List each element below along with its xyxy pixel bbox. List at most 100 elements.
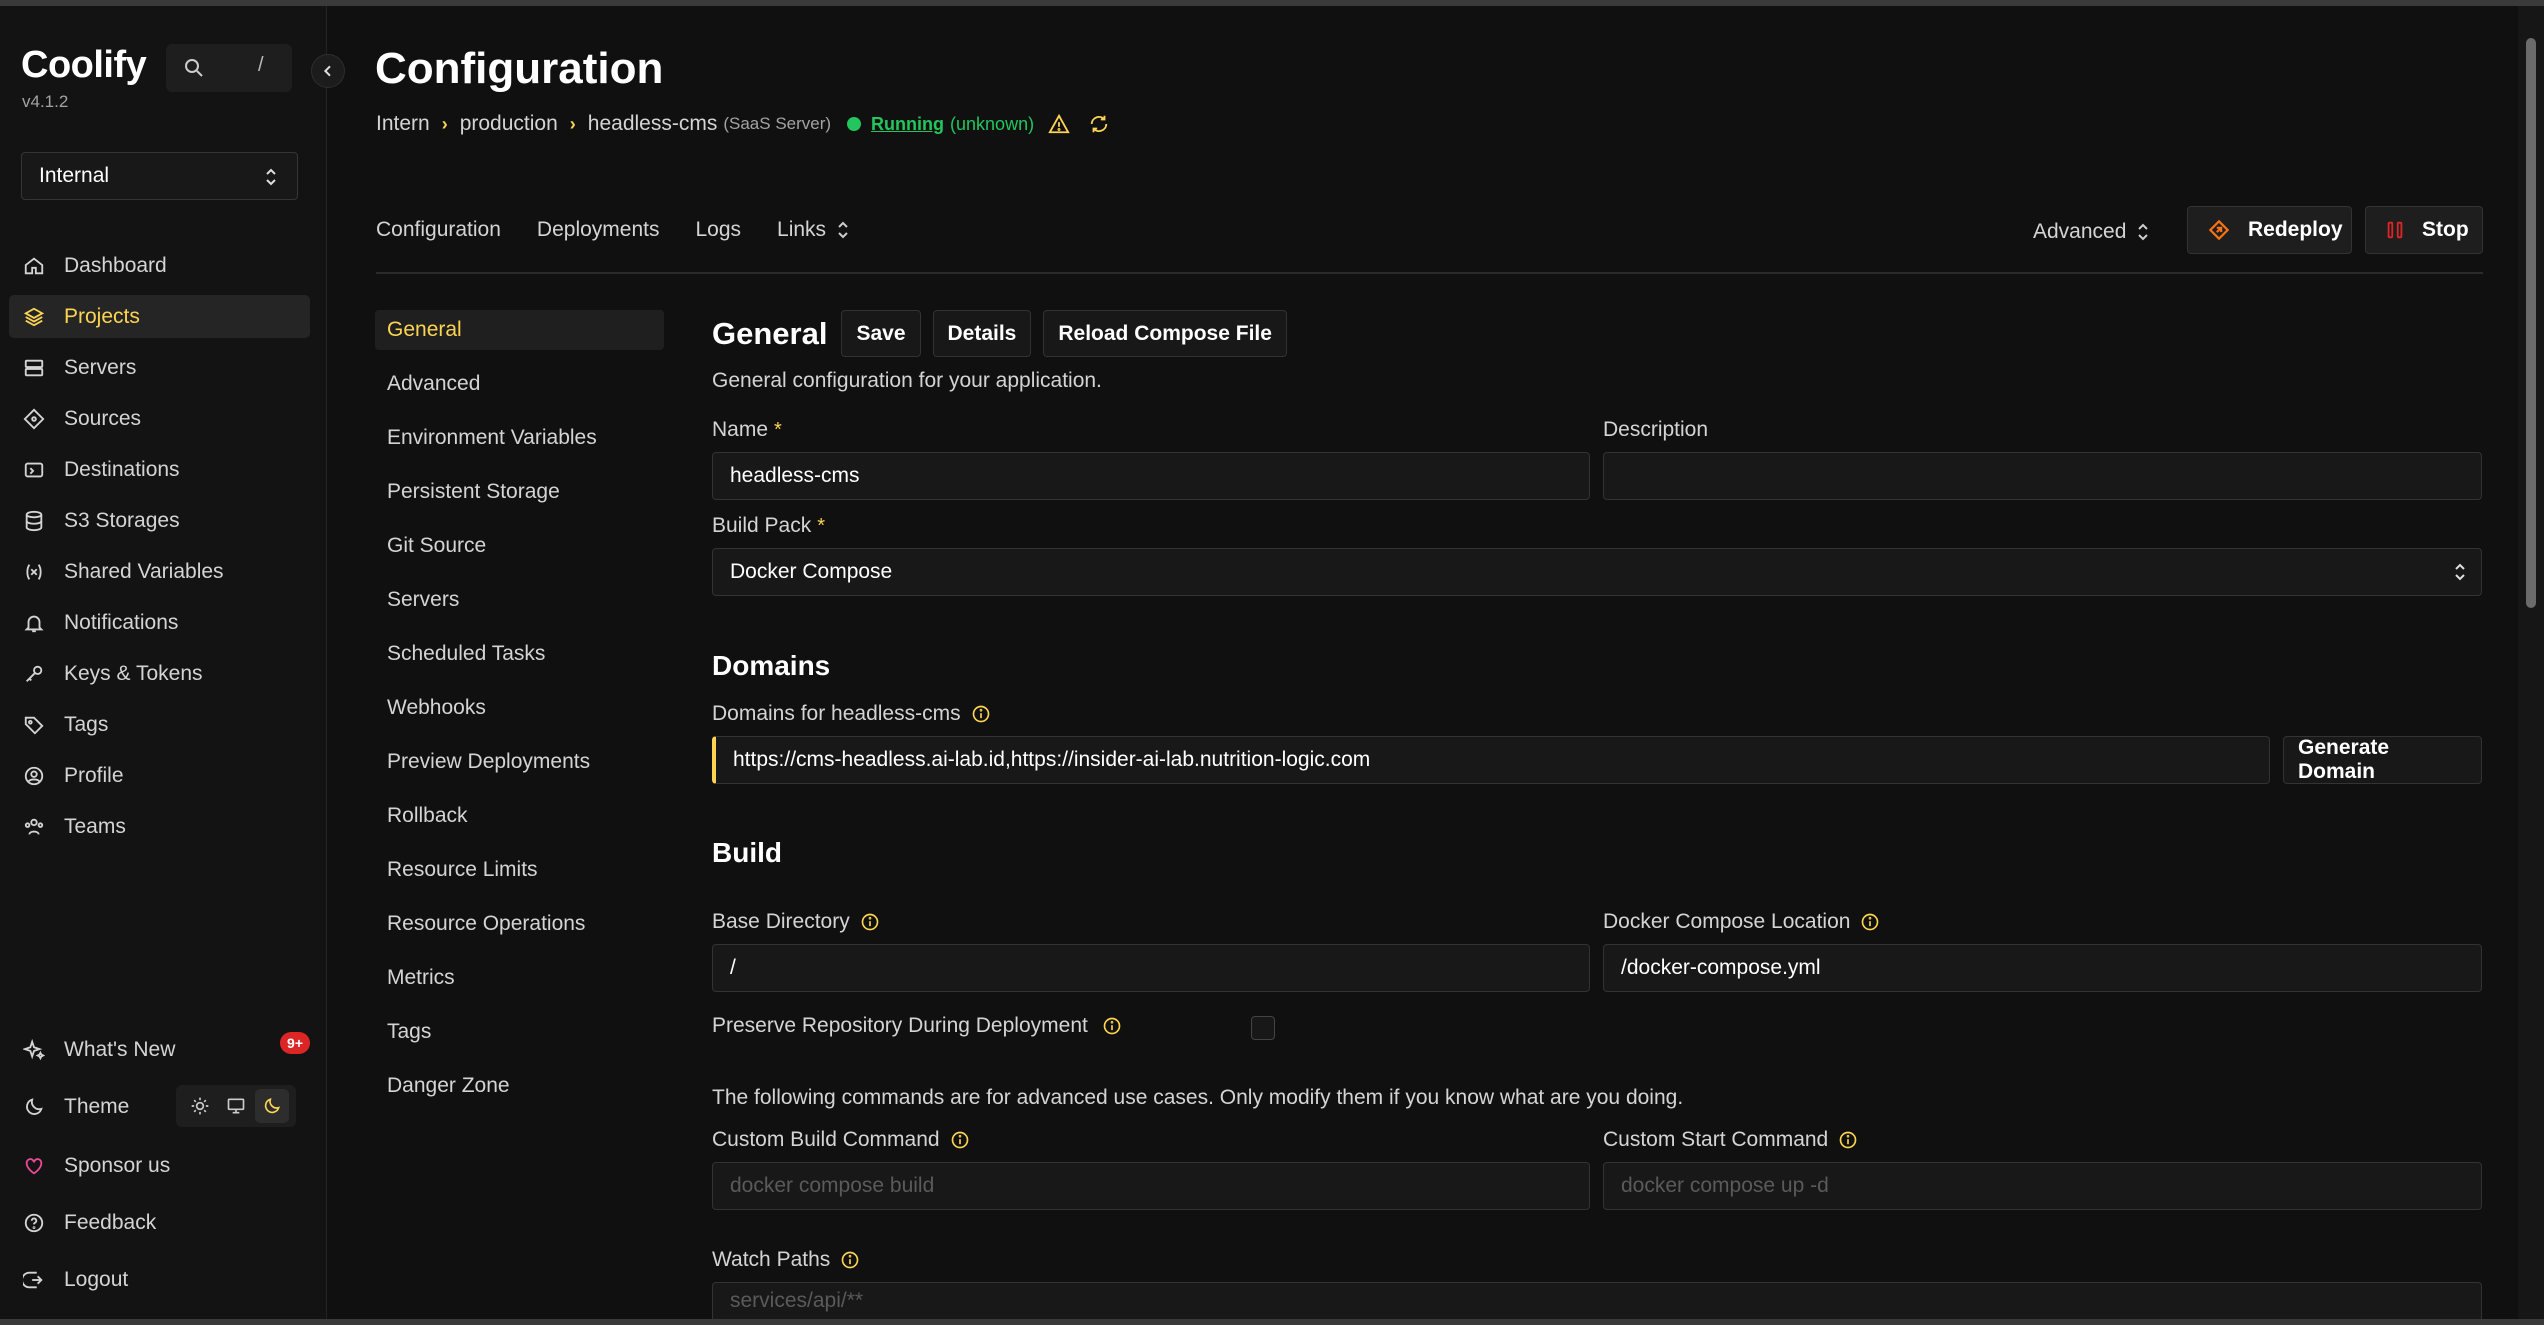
start-command-input[interactable]: docker compose up -d <box>1603 1162 2482 1210</box>
subnav-servers[interactable]: Servers <box>375 580 664 620</box>
redeploy-label: Redeploy <box>2248 218 2343 241</box>
page-scrollbar[interactable] <box>2518 6 2544 1319</box>
reload-compose-button[interactable]: Reload Compose File <box>1043 310 1287 357</box>
scrollbar-thumb[interactable] <box>2526 38 2536 608</box>
sidebar-item-destinations[interactable]: Destinations <box>9 448 310 491</box>
theme-system-button[interactable] <box>219 1089 253 1123</box>
subnav-webhooks[interactable]: Webhooks <box>375 688 664 728</box>
sidebar-item-label: Projects <box>64 304 140 328</box>
info-icon[interactable] <box>1102 1016 1122 1036</box>
subnav-environment-variables[interactable]: Environment Variables <box>375 418 664 458</box>
domains-title: Domains <box>712 650 831 681</box>
main-content: Configuration Intern › production › head… <box>328 6 2518 1319</box>
sparkles-icon <box>23 1038 45 1061</box>
advanced-warning: The following commands are for advanced … <box>712 1086 1684 1109</box>
watch-paths-label-text: Watch Paths <box>712 1248 831 1271</box>
theme-light-button[interactable] <box>183 1089 217 1123</box>
sidebar-item-label: Teams <box>64 814 126 838</box>
start-command-label-text: Custom Start Command <box>1603 1128 1829 1151</box>
watch-paths-label: Watch Paths <box>712 1248 860 1272</box>
tab-logs[interactable]: Logs <box>695 218 741 242</box>
tab-deployments[interactable]: Deployments <box>537 218 660 242</box>
subnav-general[interactable]: General <box>375 310 664 350</box>
tabs-divider <box>376 272 2483 274</box>
tab-links[interactable]: Links <box>777 218 850 242</box>
details-button[interactable]: Details <box>932 310 1032 357</box>
refresh-icon[interactable] <box>1088 113 1110 135</box>
breadcrumb-resource[interactable]: headless-cms <box>588 112 718 136</box>
sidebar-item-dashboard[interactable]: Dashboard <box>9 244 310 287</box>
sidebar-item-keys-tokens[interactable]: Keys & Tokens <box>9 652 310 695</box>
stop-button[interactable]: Stop <box>2365 206 2483 254</box>
sidebar-item-servers[interactable]: Servers <box>9 346 310 389</box>
info-icon[interactable] <box>971 704 991 724</box>
app-logo[interactable]: Coolify <box>21 44 147 87</box>
sidebar-item-logout[interactable]: Logout <box>9 1258 310 1301</box>
chevron-up-down-icon <box>2138 223 2149 241</box>
sidebar-item-tags[interactable]: Tags <box>9 703 310 746</box>
name-input[interactable]: headless-cms <box>712 452 1590 500</box>
domains-label: Domains for headless-cms <box>712 702 991 726</box>
tab-links-label: Links <box>777 218 827 241</box>
build-command-input[interactable]: docker compose build <box>712 1162 1590 1210</box>
general-header: General Save Details Reload Compose File <box>712 310 2482 357</box>
subnav-resource-limits[interactable]: Resource Limits <box>375 850 664 890</box>
subnav-resource-operations[interactable]: Resource Operations <box>375 904 664 944</box>
sidebar-item-s3-storages[interactable]: S3 Storages <box>9 499 310 542</box>
sidebar-bottom: What's New 9+ Theme Sponsor us Feedback … <box>9 1028 310 1315</box>
sidebar-collapse-button[interactable] <box>311 54 345 88</box>
breadcrumb-environment[interactable]: production <box>460 112 558 136</box>
compose-location-input[interactable]: /docker-compose.yml <box>1603 944 2482 992</box>
subnav-rollback[interactable]: Rollback <box>375 796 664 836</box>
subnav-scheduled-tasks[interactable]: Scheduled Tasks <box>375 634 664 674</box>
subnav-preview-deployments[interactable]: Preview Deployments <box>375 742 664 782</box>
info-icon[interactable] <box>840 1250 860 1270</box>
server-icon <box>23 357 45 379</box>
info-icon[interactable] <box>950 1130 970 1150</box>
breadcrumb-project[interactable]: Intern <box>376 112 430 136</box>
subnav-persistent-storage[interactable]: Persistent Storage <box>375 472 664 512</box>
subnav-danger-zone[interactable]: Danger Zone <box>375 1066 664 1106</box>
sidebar-item-sponsor[interactable]: Sponsor us <box>9 1144 310 1187</box>
sidebar-item-label: Keys & Tokens <box>64 661 203 685</box>
info-icon[interactable] <box>860 912 880 932</box>
subnav-metrics[interactable]: Metrics <box>375 958 664 998</box>
stop-label: Stop <box>2422 218 2469 241</box>
info-icon[interactable] <box>1838 1130 1858 1150</box>
tab-configuration[interactable]: Configuration <box>376 218 501 242</box>
save-button[interactable]: Save <box>841 310 921 357</box>
search-button[interactable]: / <box>166 44 292 92</box>
moon-icon <box>264 1098 280 1114</box>
team-select[interactable]: Internal <box>21 152 298 200</box>
buildpack-select[interactable]: Docker Compose <box>712 548 2482 596</box>
subnav-tags[interactable]: Tags <box>375 1012 664 1052</box>
sidebar-item-notifications[interactable]: Notifications <box>9 601 310 644</box>
generate-domain-button[interactable]: Generate Domain <box>2283 736 2482 784</box>
tag-icon <box>23 714 45 736</box>
sidebar-item-feedback[interactable]: Feedback <box>9 1201 310 1244</box>
status-running-link[interactable]: Running <box>871 114 944 135</box>
warning-icon[interactable] <box>1048 113 1070 135</box>
info-icon[interactable] <box>1860 912 1880 932</box>
watch-paths-input[interactable]: services/api/** <box>712 1282 2482 1319</box>
subnav-git-source[interactable]: Git Source <box>375 526 664 566</box>
redeploy-button[interactable]: Redeploy <box>2187 206 2352 254</box>
buildpack-value: Docker Compose <box>730 560 893 583</box>
subnav-advanced[interactable]: Advanced <box>375 364 664 404</box>
general-form: General Save Details Reload Compose File… <box>712 310 2482 1319</box>
sidebar-item-teams[interactable]: Teams <box>9 805 310 848</box>
chevron-up-down-icon <box>261 165 281 195</box>
preserve-repository-checkbox[interactable] <box>1251 1016 1275 1040</box>
sidebar-item-shared-variables[interactable]: Shared Variables <box>9 550 310 593</box>
description-input[interactable] <box>1603 452 2482 500</box>
domains-input[interactable]: https://cms-headless.ai-lab.id,https://i… <box>712 736 2270 784</box>
app-version: v4.1.2 <box>22 92 69 111</box>
base-directory-input[interactable]: / <box>712 944 1590 992</box>
sidebar-item-whats-new[interactable]: What's New 9+ <box>9 1028 310 1071</box>
page-title: Configuration <box>375 44 664 93</box>
sidebar-item-sources[interactable]: Sources <box>9 397 310 440</box>
sidebar-item-profile[interactable]: Profile <box>9 754 310 797</box>
theme-dark-button[interactable] <box>255 1089 289 1123</box>
sidebar-item-projects[interactable]: Projects <box>9 295 310 338</box>
advanced-dropdown[interactable]: Advanced <box>2033 220 2150 244</box>
